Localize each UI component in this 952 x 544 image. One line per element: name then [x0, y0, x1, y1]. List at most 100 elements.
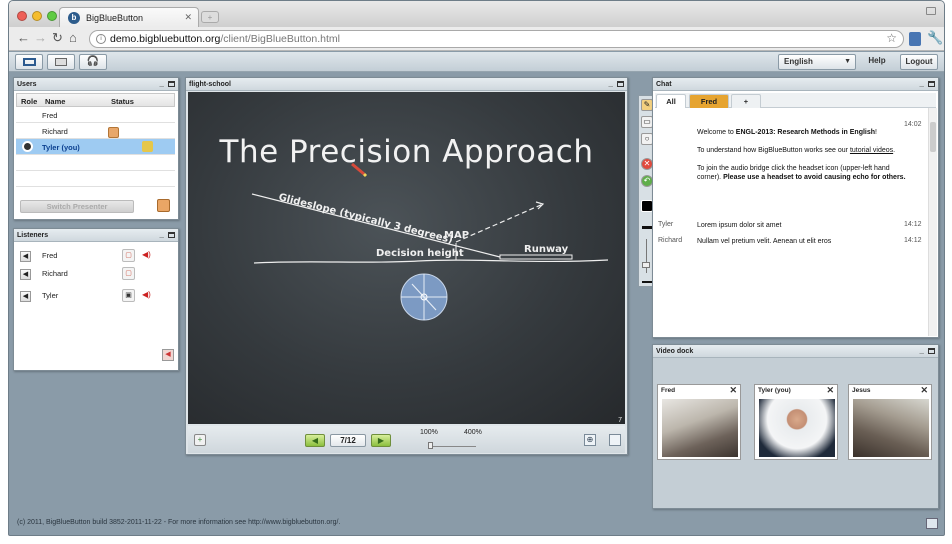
minimize-icon[interactable]: _: [920, 347, 924, 355]
chat-tabs: All Fred +: [655, 93, 936, 108]
upload-icon[interactable]: +: [194, 434, 206, 446]
lock-icon[interactable]: ▣: [122, 289, 135, 302]
tab-add[interactable]: +: [731, 94, 761, 108]
users-panel: Users _ Role Name Status Fred Richard Tyl…: [13, 77, 179, 220]
video-tile[interactable]: Jesus ✕: [848, 384, 932, 460]
previous-slide-button[interactable]: ◀: [305, 434, 325, 447]
column-status[interactable]: Status: [111, 97, 134, 106]
maximize-icon[interactable]: [928, 348, 935, 354]
address-bar[interactable]: i demo.bigbluebutton.org/client/BigBlueB…: [89, 30, 904, 48]
message-text: Lorem ipsum dolor sit amet: [697, 222, 782, 229]
close-window-button[interactable]: [17, 11, 27, 21]
listener-name: Tyler: [42, 291, 59, 300]
minimize-icon[interactable]: _: [920, 80, 924, 88]
back-arrow-icon[interactable]: ←: [17, 30, 30, 45]
video-tile-title: Jesus ✕: [849, 385, 931, 397]
bigbluebutton-favicon-icon: b: [68, 12, 80, 24]
headset-icon: 🎧: [86, 56, 100, 67]
mute-all-button[interactable]: ◀: [162, 349, 174, 361]
help-button[interactable]: Help: [861, 54, 893, 70]
video-tile[interactable]: Tyler (you) ✕: [754, 384, 838, 460]
switch-presenter-button[interactable]: Switch Presenter: [20, 200, 134, 213]
minimize-icon[interactable]: _: [160, 80, 164, 88]
join-audio-button[interactable]: 🎧: [79, 54, 107, 70]
url-path: /client/BigBlueButton.html: [220, 33, 340, 45]
bookmark-star-icon[interactable]: ☆: [886, 31, 897, 45]
slide-corner-number: 7: [618, 417, 622, 424]
browser-toolbar: ← → ↻ ⌂ i demo.bigbluebutton.org/client/…: [9, 27, 944, 51]
close-icon[interactable]: ✕: [920, 385, 928, 396]
list-item[interactable]: ◀ Richard ▢: [20, 267, 170, 283]
tab-all[interactable]: All: [656, 94, 686, 108]
raise-hand-button[interactable]: [157, 199, 170, 212]
maximize-icon[interactable]: [928, 81, 935, 87]
speaker-icon[interactable]: ◀: [20, 291, 31, 302]
message-time: 14:12: [904, 237, 922, 244]
next-slide-button[interactable]: ▶: [371, 434, 391, 447]
table-row[interactable]: Fred: [16, 107, 175, 123]
chat-panel-title: Chat _: [653, 78, 938, 91]
monitor-icon: [22, 58, 36, 66]
logout-button[interactable]: Logout: [900, 54, 938, 70]
video-tile-name: Jesus: [852, 387, 871, 394]
moderator-icon: [22, 141, 33, 152]
speaker-icon[interactable]: ◀: [20, 269, 31, 280]
lock-icon[interactable]: ▢: [122, 249, 135, 262]
maximize-icon[interactable]: [168, 81, 175, 87]
page-info-icon[interactable]: i: [96, 34, 106, 44]
listener-name: Fred: [42, 251, 58, 260]
thickness-slider-thumb[interactable]: [642, 262, 650, 268]
home-icon[interactable]: ⌂: [69, 30, 77, 45]
column-role[interactable]: Role: [21, 97, 37, 106]
user-profile-icon[interactable]: [909, 32, 921, 46]
fit-to-page-icon[interactable]: ⊕: [584, 434, 596, 446]
lock-icon[interactable]: ▢: [122, 267, 135, 280]
table-row[interactable]: Richard: [16, 123, 175, 139]
browser-window: b BigBlueButton ✕ + ← → ↻ ⌂ i demo.bigbl…: [8, 0, 945, 536]
browser-tab[interactable]: b BigBlueButton ✕: [59, 7, 199, 27]
close-icon[interactable]: ✕: [729, 385, 737, 396]
speaker-icon[interactable]: ◀: [20, 251, 31, 262]
zoom-max-label: 400%: [464, 429, 482, 436]
zoom-slider[interactable]: [428, 446, 476, 447]
minimize-icon[interactable]: _: [609, 80, 613, 88]
list-item[interactable]: ◀ Tyler ▣ ◀): [20, 289, 170, 305]
forward-arrow-icon[interactable]: →: [34, 30, 47, 45]
minimize-icon[interactable]: _: [160, 231, 164, 239]
new-tab-button[interactable]: +: [201, 11, 219, 23]
tab-fred[interactable]: Fred: [689, 94, 729, 108]
zoom-window-button[interactable]: [47, 11, 57, 21]
table-row[interactable]: Tyler (you): [16, 139, 175, 155]
zoom-slider-thumb[interactable]: [428, 442, 433, 449]
maximize-icon[interactable]: [617, 81, 624, 87]
tutorial-videos-link[interactable]: tutorial videos: [850, 147, 893, 154]
language-select[interactable]: English ▼: [778, 54, 856, 70]
column-name[interactable]: Name: [45, 97, 65, 106]
fullscreen-app-icon[interactable]: [926, 518, 938, 529]
presentation-title: flight-school: [189, 81, 231, 88]
close-tab-icon[interactable]: ✕: [184, 12, 192, 23]
page-number-button[interactable]: 7/12: [330, 434, 366, 447]
chat-scrollbar-thumb[interactable]: [930, 122, 936, 152]
presentation-controls: + ◀ 7/12 ▶ 100% 400% ⊕: [188, 426, 625, 453]
fit-to-width-icon[interactable]: [609, 434, 621, 446]
reload-icon[interactable]: ↻: [52, 30, 63, 46]
share-webcam-button[interactable]: [47, 54, 75, 70]
message-time: 14:12: [904, 221, 922, 228]
wrench-icon[interactable]: 🔧: [927, 30, 943, 46]
app-toolbar: 🎧 English ▼ Help Logout: [9, 52, 944, 72]
users-table-header: Role Name Status: [16, 93, 175, 107]
presentation-slide[interactable]: The Precision Approach Glideslope (typic…: [188, 92, 625, 424]
tab-title: BigBlueButton: [86, 13, 144, 23]
language-value: English: [784, 57, 813, 66]
minimize-window-button[interactable]: [32, 11, 42, 21]
video-tile[interactable]: Fred ✕: [657, 384, 741, 460]
list-item[interactable]: ◀ Fred ▢ ◀): [20, 249, 170, 265]
video-dock-panel: Video dock _ Fred ✕ Tyler (you) ✕ Jesus ✕: [652, 344, 939, 509]
fullscreen-icon[interactable]: [926, 7, 936, 15]
maximize-icon[interactable]: [168, 232, 175, 238]
share-desktop-button[interactable]: [15, 54, 43, 70]
close-icon[interactable]: ✕: [826, 385, 834, 396]
chat-scrollbar[interactable]: [928, 108, 937, 336]
url-host: demo.bigbluebutton.org: [110, 33, 221, 45]
